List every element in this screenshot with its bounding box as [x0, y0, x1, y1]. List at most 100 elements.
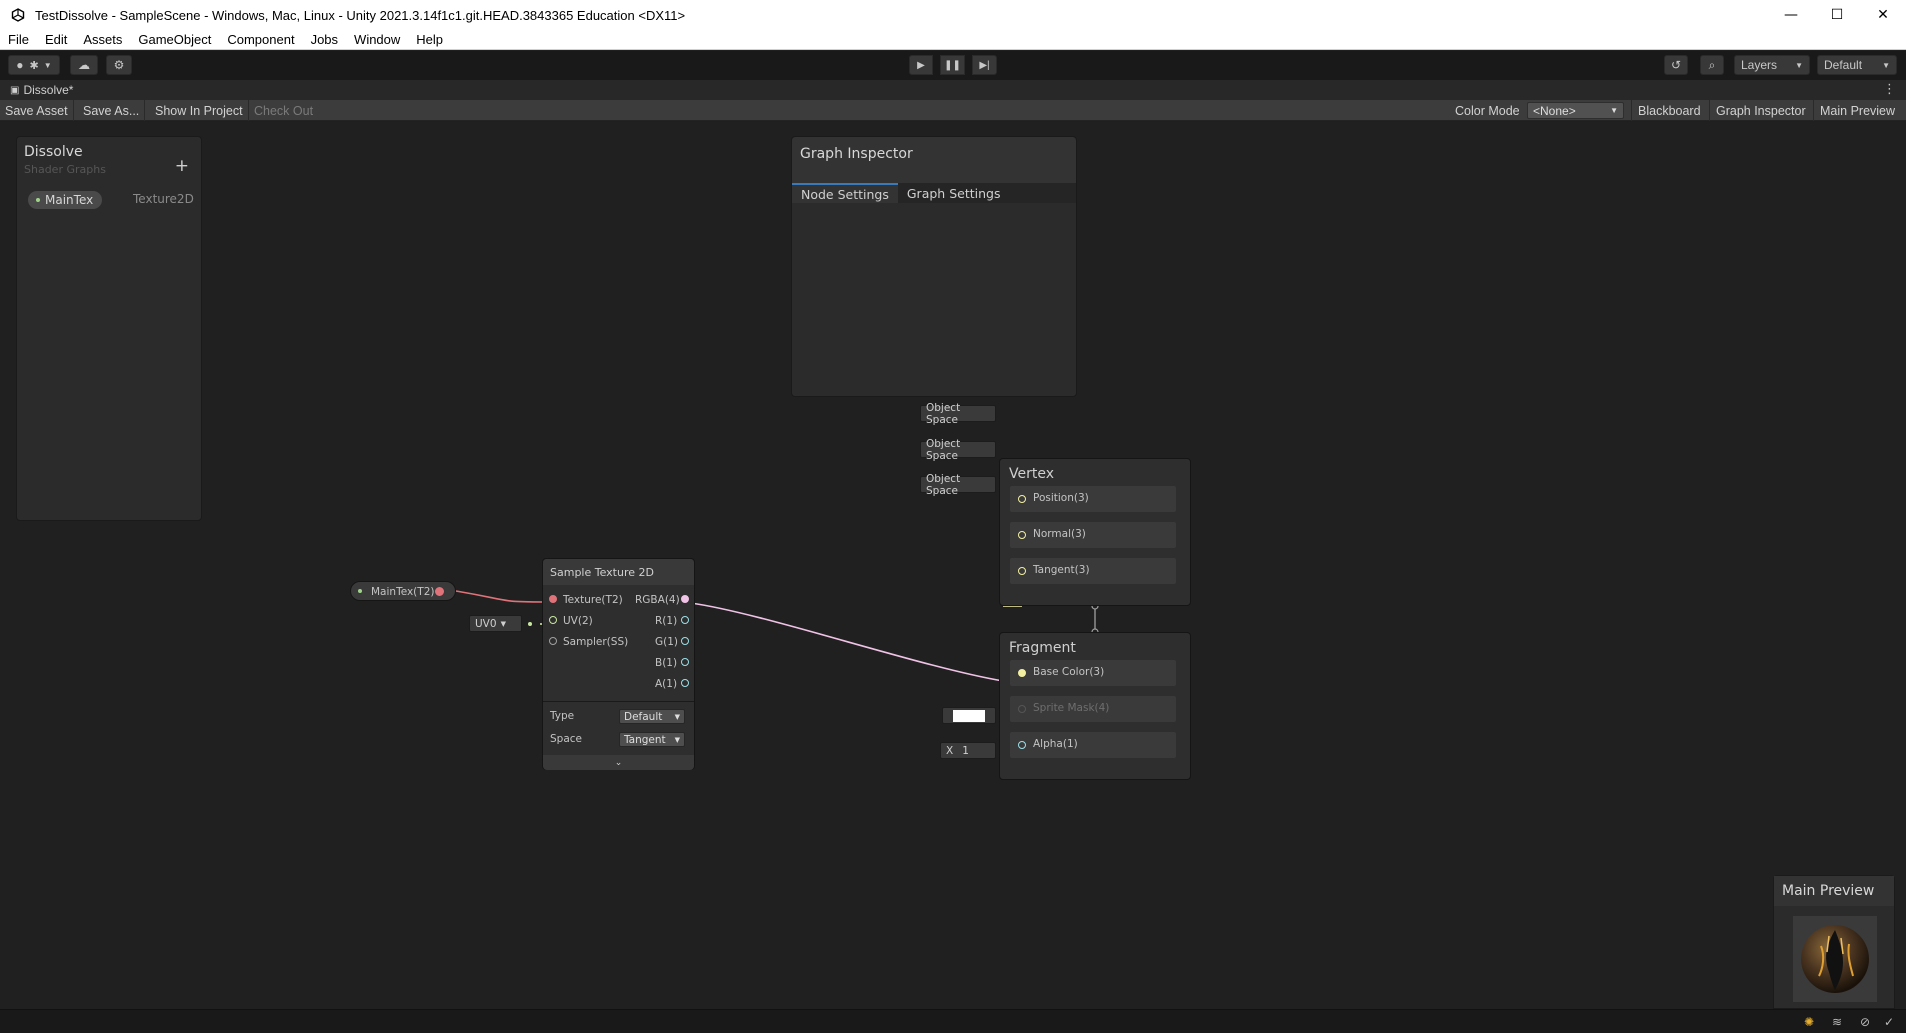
rgba-output-port[interactable]: [681, 595, 689, 603]
cloud-button[interactable]: ☁: [70, 55, 98, 75]
kebab-menu-icon[interactable]: ⋮: [1883, 82, 1896, 97]
layers-dropdown[interactable]: Layers ▼: [1734, 55, 1810, 75]
pause-button[interactable]: ❚❚: [940, 55, 965, 75]
show-in-project-button[interactable]: Show In Project: [150, 100, 249, 121]
layout-label: Default: [1824, 58, 1863, 72]
tab-dissolve[interactable]: ▣ Dissolve*: [10, 83, 73, 97]
sample-texture-2d-node[interactable]: Sample Texture 2D Texture(T2) UV(2) Samp…: [542, 558, 695, 770]
pause-icon: ❚❚: [944, 59, 961, 71]
add-property-button[interactable]: +: [175, 156, 189, 176]
output-b-label: B(1): [655, 657, 678, 669]
chevron-down-icon: ▼: [1795, 60, 1803, 70]
property-node-maintex[interactable]: MainTex(T2): [350, 581, 456, 601]
menu-help[interactable]: Help: [408, 32, 451, 47]
preview-viewport[interactable]: [1793, 916, 1877, 1002]
step-button[interactable]: ▶|: [972, 55, 997, 75]
output-a-label: A(1): [655, 678, 678, 690]
cache-server-icon[interactable]: ≋: [1829, 1014, 1845, 1030]
menu-window[interactable]: Window: [346, 32, 408, 47]
menu-component[interactable]: Component: [219, 32, 302, 47]
sampler-input-port[interactable]: [549, 637, 557, 645]
tangent-space-field[interactable]: Object Space: [920, 473, 996, 497]
minimize-button[interactable]: —: [1768, 0, 1814, 30]
r-output-port[interactable]: [681, 616, 689, 624]
a-output-port[interactable]: [681, 679, 689, 687]
chevron-down-icon: ▼: [1882, 60, 1890, 70]
maximize-button[interactable]: ☐: [1814, 0, 1860, 30]
blackboard-subtitle: Shader Graphs: [24, 163, 106, 176]
play-button[interactable]: ▶: [909, 55, 933, 75]
type-value: Default: [624, 710, 663, 723]
menu-assets[interactable]: Assets: [75, 32, 130, 47]
search-button[interactable]: ⌕: [1700, 55, 1724, 75]
graph-canvas[interactable]: Dissolve Shader Graphs + MainTex Texture…: [0, 122, 1906, 1009]
texture-edge: [455, 590, 553, 603]
fragment-context-node[interactable]: Fragment Base Color(3) Sprite Mask(4) Al…: [999, 632, 1191, 780]
menu-gameobject[interactable]: GameObject: [130, 32, 219, 47]
tab-node-settings[interactable]: Node Settings: [792, 183, 898, 203]
account-button[interactable]: ● ✱ ▼: [8, 55, 60, 75]
layers-label: Layers: [1741, 58, 1778, 72]
graph-inspector-toggle[interactable]: Graph Inspector: [1709, 100, 1812, 121]
tangent-input-port[interactable]: [1018, 567, 1026, 575]
position-space-field[interactable]: Object Space: [920, 402, 996, 426]
texture-input-port[interactable]: [549, 595, 557, 603]
layout-dropdown[interactable]: Default ▼: [1817, 55, 1897, 75]
network-icon[interactable]: ⊘: [1857, 1014, 1873, 1030]
position-input-port[interactable]: [1018, 495, 1026, 503]
tab-graph-settings[interactable]: Graph Settings: [898, 183, 1010, 203]
alpha-input-port[interactable]: [1018, 741, 1026, 749]
color-mode-label: Color Mode: [1455, 103, 1520, 118]
uv-value: UV0: [475, 617, 497, 630]
property-pill-maintex[interactable]: MainTex: [28, 191, 102, 209]
chevron-down-icon: ▼: [1610, 106, 1618, 115]
status-bar: ✺ ≋ ⊘ ✓: [0, 1009, 1906, 1033]
space-dropdown[interactable]: Tangent ▼: [619, 732, 685, 747]
type-dropdown[interactable]: Default ▼: [619, 709, 685, 724]
sprite-mask-input-port[interactable]: [1018, 705, 1026, 713]
normal-space-value: Object Space: [926, 437, 961, 462]
check-out-button[interactable]: Check Out: [249, 100, 318, 121]
output-r-label: R(1): [655, 615, 678, 627]
chevron-down-icon: ▼: [43, 60, 52, 70]
uv-input-port[interactable]: [549, 616, 557, 624]
main-preview-toggle[interactable]: Main Preview: [1813, 100, 1901, 121]
preview-title: Main Preview: [1774, 876, 1894, 906]
save-asset-button[interactable]: Save Asset: [0, 100, 74, 121]
sprite-mask-color-field[interactable]: [942, 707, 996, 724]
collapse-toggle[interactable]: ⌄: [543, 755, 694, 770]
color-mode-dropdown[interactable]: <None> ▼: [1527, 102, 1624, 119]
base-color-input-port[interactable]: [1018, 669, 1026, 677]
menu-file[interactable]: File: [0, 32, 37, 47]
progress-check-icon[interactable]: ✓: [1881, 1014, 1897, 1030]
node-divider: [543, 701, 694, 702]
normal-space-field[interactable]: Object Space: [920, 438, 996, 462]
lighting-icon[interactable]: ✺: [1801, 1014, 1817, 1030]
account-icon: ●: [16, 58, 24, 72]
save-as-button[interactable]: Save As...: [78, 100, 146, 121]
menu-jobs[interactable]: Jobs: [303, 32, 346, 47]
close-button[interactable]: ✕: [1860, 0, 1906, 30]
texture-output-port[interactable]: [435, 587, 444, 596]
search-icon: ⌕: [1708, 57, 1716, 72]
blackboard-toggle[interactable]: Blackboard: [1631, 100, 1707, 121]
normal-input-port[interactable]: [1018, 531, 1026, 539]
uv-inline-field[interactable]: UV0 ▼: [469, 615, 522, 632]
color-swatch: [953, 709, 985, 722]
collab-button[interactable]: ⚙: [106, 55, 132, 75]
vertex-context-node[interactable]: Vertex Position(3) Normal(3) Tangent(3): [999, 458, 1191, 606]
inspector-tabs: Node Settings Graph Settings: [792, 183, 1076, 203]
main-toolbar: ● ✱ ▼ ☁ ⚙ ▶ ❚❚ ▶| ↺ ⌕ Layers ▼ Default ▼: [0, 51, 1906, 80]
alpha-value-field[interactable]: X 1: [940, 742, 996, 759]
b-output-port[interactable]: [681, 658, 689, 666]
alpha-label: Alpha(1): [1033, 738, 1078, 750]
input-texture-label: Texture(T2): [563, 594, 623, 606]
history-button[interactable]: ↺: [1664, 55, 1688, 75]
property-node-label: MainTex(T2): [371, 586, 435, 598]
tangent-label: Tangent(3): [1033, 564, 1090, 576]
g-output-port[interactable]: [681, 637, 689, 645]
main-preview-panel[interactable]: Main Preview: [1773, 875, 1895, 1009]
menu-edit[interactable]: Edit: [37, 32, 75, 47]
property-dot-icon: [358, 589, 362, 593]
chevron-down-icon: ⌄: [614, 757, 623, 768]
